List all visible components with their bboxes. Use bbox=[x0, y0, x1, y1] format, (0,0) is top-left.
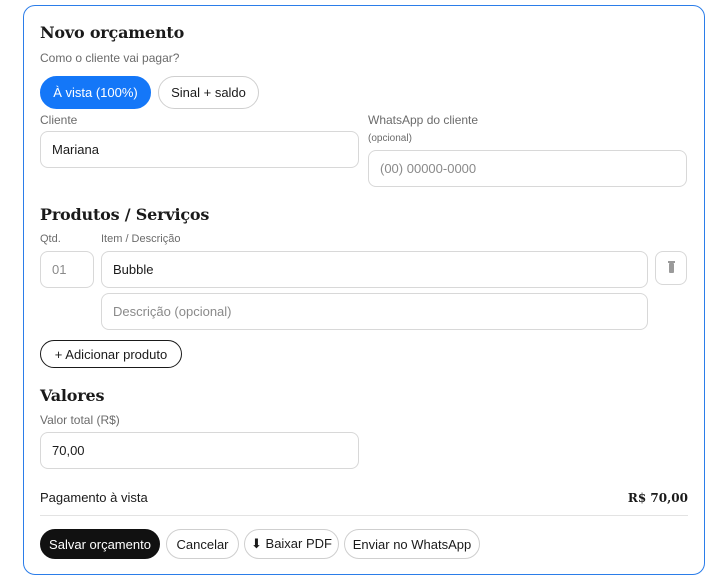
total-label: Valor total (R$) bbox=[40, 413, 120, 427]
client-input[interactable]: Mariana bbox=[40, 131, 359, 168]
whatsapp-label: WhatsApp do cliente bbox=[368, 113, 479, 127]
summary-divider bbox=[40, 515, 688, 516]
item-input[interactable]: Bubble bbox=[101, 251, 648, 288]
qty-input[interactable]: 01 bbox=[40, 251, 94, 288]
products-title: Produtos / Serviços bbox=[40, 205, 210, 224]
summary-amount: R$ 70,00 bbox=[627, 491, 688, 505]
send-whatsapp-button[interactable]: Enviar no WhatsApp bbox=[344, 529, 480, 559]
form-title: Novo orçamento bbox=[40, 23, 185, 42]
save-budget-button[interactable]: Salvar orçamento bbox=[40, 529, 160, 559]
cancel-button[interactable]: Cancelar bbox=[166, 529, 239, 559]
payment-question: Como o cliente vai pagar? bbox=[40, 51, 180, 65]
client-label: Cliente bbox=[40, 113, 78, 127]
whatsapp-input[interactable]: (00) 00000-0000 bbox=[368, 150, 687, 187]
values-title: Valores bbox=[40, 386, 105, 405]
budget-form-card: Novo orçamento Como o cliente vai pagar?… bbox=[23, 5, 705, 575]
total-input[interactable]: 70,00 bbox=[40, 432, 359, 469]
remove-product-button[interactable] bbox=[655, 251, 687, 285]
whatsapp-hint: (opcional) bbox=[368, 133, 412, 144]
download-pdf-button[interactable]: ⬇ Baixar PDF bbox=[244, 529, 339, 559]
item-label: Item / Descrição bbox=[101, 233, 181, 245]
trash-icon bbox=[667, 261, 675, 273]
summary-label: Pagamento à vista bbox=[40, 490, 148, 505]
payment-full-button[interactable]: À vista (100%) bbox=[40, 76, 151, 109]
payment-deposit-button[interactable]: Sinal + saldo bbox=[158, 76, 259, 109]
add-product-button[interactable]: + Adicionar produto bbox=[40, 340, 182, 368]
qty-label: Qtd. bbox=[40, 233, 61, 245]
description-input[interactable]: Descrição (opcional) bbox=[101, 293, 648, 330]
